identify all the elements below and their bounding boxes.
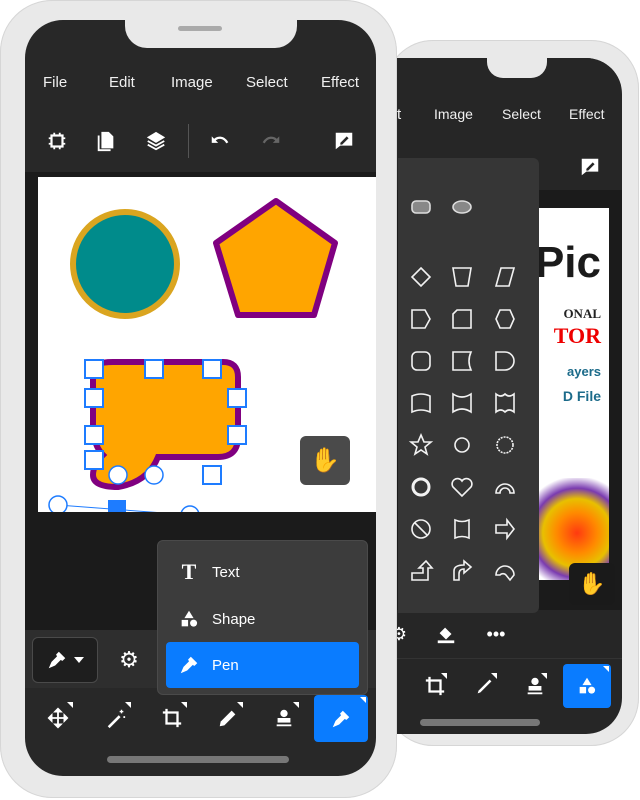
gear-icon[interactable]: ⚙: [117, 647, 141, 672]
parallelogram-shape-icon[interactable]: [494, 267, 516, 287]
canvas-text: ONAL: [563, 306, 601, 321]
menu-file[interactable]: File: [43, 74, 67, 91]
add-layer-menu: T Text Shape Pen: [157, 540, 368, 695]
resize-handle[interactable]: [227, 425, 247, 445]
canvas-text: TOR: [553, 323, 601, 348]
hand-icon[interactable]: ✋: [569, 563, 615, 605]
menu-effect[interactable]: Effect: [321, 74, 359, 91]
back-notch: [487, 58, 547, 78]
pen-icon: [166, 654, 212, 676]
stamp-icon[interactable]: [521, 671, 549, 701]
pen-tool[interactable]: [314, 695, 368, 742]
control-point[interactable]: [180, 505, 200, 525]
annotate-icon[interactable]: [331, 128, 357, 154]
move-tool[interactable]: [41, 700, 75, 736]
pen-tool-dropdown[interactable]: [32, 637, 98, 683]
document-icon[interactable]: [93, 128, 119, 154]
redo-icon[interactable]: [258, 128, 284, 154]
fill-icon[interactable]: [435, 623, 457, 645]
hexagon-shape-icon[interactable]: [495, 309, 515, 329]
concave-rect-shape-icon[interactable]: [452, 351, 473, 371]
arc-shape-icon[interactable]: [495, 483, 515, 494]
menu-item-label: Text: [212, 563, 240, 581]
text-icon: T: [181, 559, 197, 584]
back-menu-select[interactable]: Select: [502, 106, 541, 122]
orange-pentagon[interactable]: [213, 198, 338, 318]
d-shape-shape-icon[interactable]: [495, 351, 515, 371]
menu-item-text[interactable]: T Text: [166, 549, 359, 595]
right-arrow-shape-icon[interactable]: [495, 517, 516, 541]
ellipse-shape-icon[interactable]: [452, 200, 472, 214]
back-canvas-image: Pic ONAL TOR ayers D File: [527, 208, 609, 580]
undo-icon[interactable]: [207, 128, 233, 154]
crop-icon[interactable]: [421, 671, 449, 701]
curved-arrow-shape-icon[interactable]: [453, 559, 473, 581]
double-wave-shape-icon[interactable]: [452, 392, 472, 414]
control-point[interactable]: [48, 495, 68, 515]
menu-item-shape[interactable]: Shape: [166, 596, 359, 642]
resize-handle[interactable]: [144, 359, 164, 379]
hand-icon[interactable]: ✋: [300, 436, 350, 485]
menu-image[interactable]: Image: [171, 74, 213, 91]
resize-handle[interactable]: [227, 388, 247, 408]
rounded-rect-shape-icon[interactable]: [411, 200, 431, 214]
chip-icon[interactable]: [44, 128, 70, 154]
front-notch: [125, 20, 297, 48]
control-point[interactable]: [144, 465, 164, 485]
menu-select[interactable]: Select: [246, 74, 288, 91]
snip-rect-shape-icon[interactable]: [452, 309, 472, 329]
layers-icon[interactable]: [143, 128, 169, 154]
pentagon-arrow-shape-icon[interactable]: [411, 309, 431, 329]
resize-handle[interactable]: [84, 359, 104, 379]
menu-item-label: Shape: [212, 610, 256, 628]
resize-handle[interactable]: [84, 388, 104, 408]
control-point[interactable]: [108, 465, 128, 485]
back-menu-effect[interactable]: Effect: [569, 106, 605, 122]
diamond-shape-icon[interactable]: [410, 266, 432, 288]
menu-edit[interactable]: Edit: [109, 74, 135, 91]
gear-star-shape-icon[interactable]: [496, 436, 514, 454]
shape-grid: [408, 200, 516, 582]
menu-item-label: Pen: [212, 656, 239, 674]
home-indicator: [107, 756, 289, 763]
stamp-tool[interactable]: [267, 700, 301, 736]
resize-handle[interactable]: [202, 465, 222, 485]
pencil-tool[interactable]: [211, 700, 245, 736]
more-icon[interactable]: •••: [485, 623, 507, 645]
magic-wand-tool[interactable]: [99, 700, 133, 736]
ring-shape-icon[interactable]: [411, 477, 431, 497]
double-wave-flag-shape-icon[interactable]: [495, 392, 515, 414]
seven-point-star-shape-icon[interactable]: [454, 437, 470, 453]
curved-arc-arrow-shape-icon[interactable]: [495, 565, 515, 582]
teal-circle[interactable]: [70, 209, 180, 319]
star-shape-icon[interactable]: [408, 432, 434, 456]
resize-handle[interactable]: [202, 359, 222, 379]
canvas-text: ayers: [567, 364, 601, 379]
wave-flag-shape-icon[interactable]: [411, 393, 431, 414]
no-symbol-shape-icon[interactable]: [411, 519, 431, 539]
canvas-text: D File: [562, 388, 601, 404]
resize-handle[interactable]: [84, 450, 104, 470]
shape-icon: [166, 608, 212, 630]
brush-icon[interactable]: [471, 671, 499, 701]
shape-picker-panel[interactable]: [398, 158, 539, 613]
bent-up-arrow-shape-icon[interactable]: [411, 559, 434, 581]
rounded-square-shape-icon[interactable]: [411, 351, 431, 371]
canvas-text: Pic: [534, 238, 601, 287]
crop-tool[interactable]: [155, 700, 189, 736]
annotate-icon[interactable]: [577, 154, 603, 180]
heart-shape-icon[interactable]: [451, 477, 473, 498]
back-menu-partial[interactable]: t: [397, 106, 401, 123]
bracket-shape-icon[interactable]: [454, 518, 470, 540]
anchor-point[interactable]: [108, 500, 126, 518]
home-indicator: [420, 719, 540, 726]
trapezoid-shape-icon[interactable]: [452, 267, 472, 287]
menu-item-pen[interactable]: Pen: [166, 642, 359, 688]
shape-tool-button[interactable]: [563, 664, 611, 708]
back-menu-image[interactable]: Image: [434, 106, 473, 122]
gear-icon[interactable]: ⚙: [397, 623, 409, 645]
resize-handle[interactable]: [84, 425, 104, 445]
